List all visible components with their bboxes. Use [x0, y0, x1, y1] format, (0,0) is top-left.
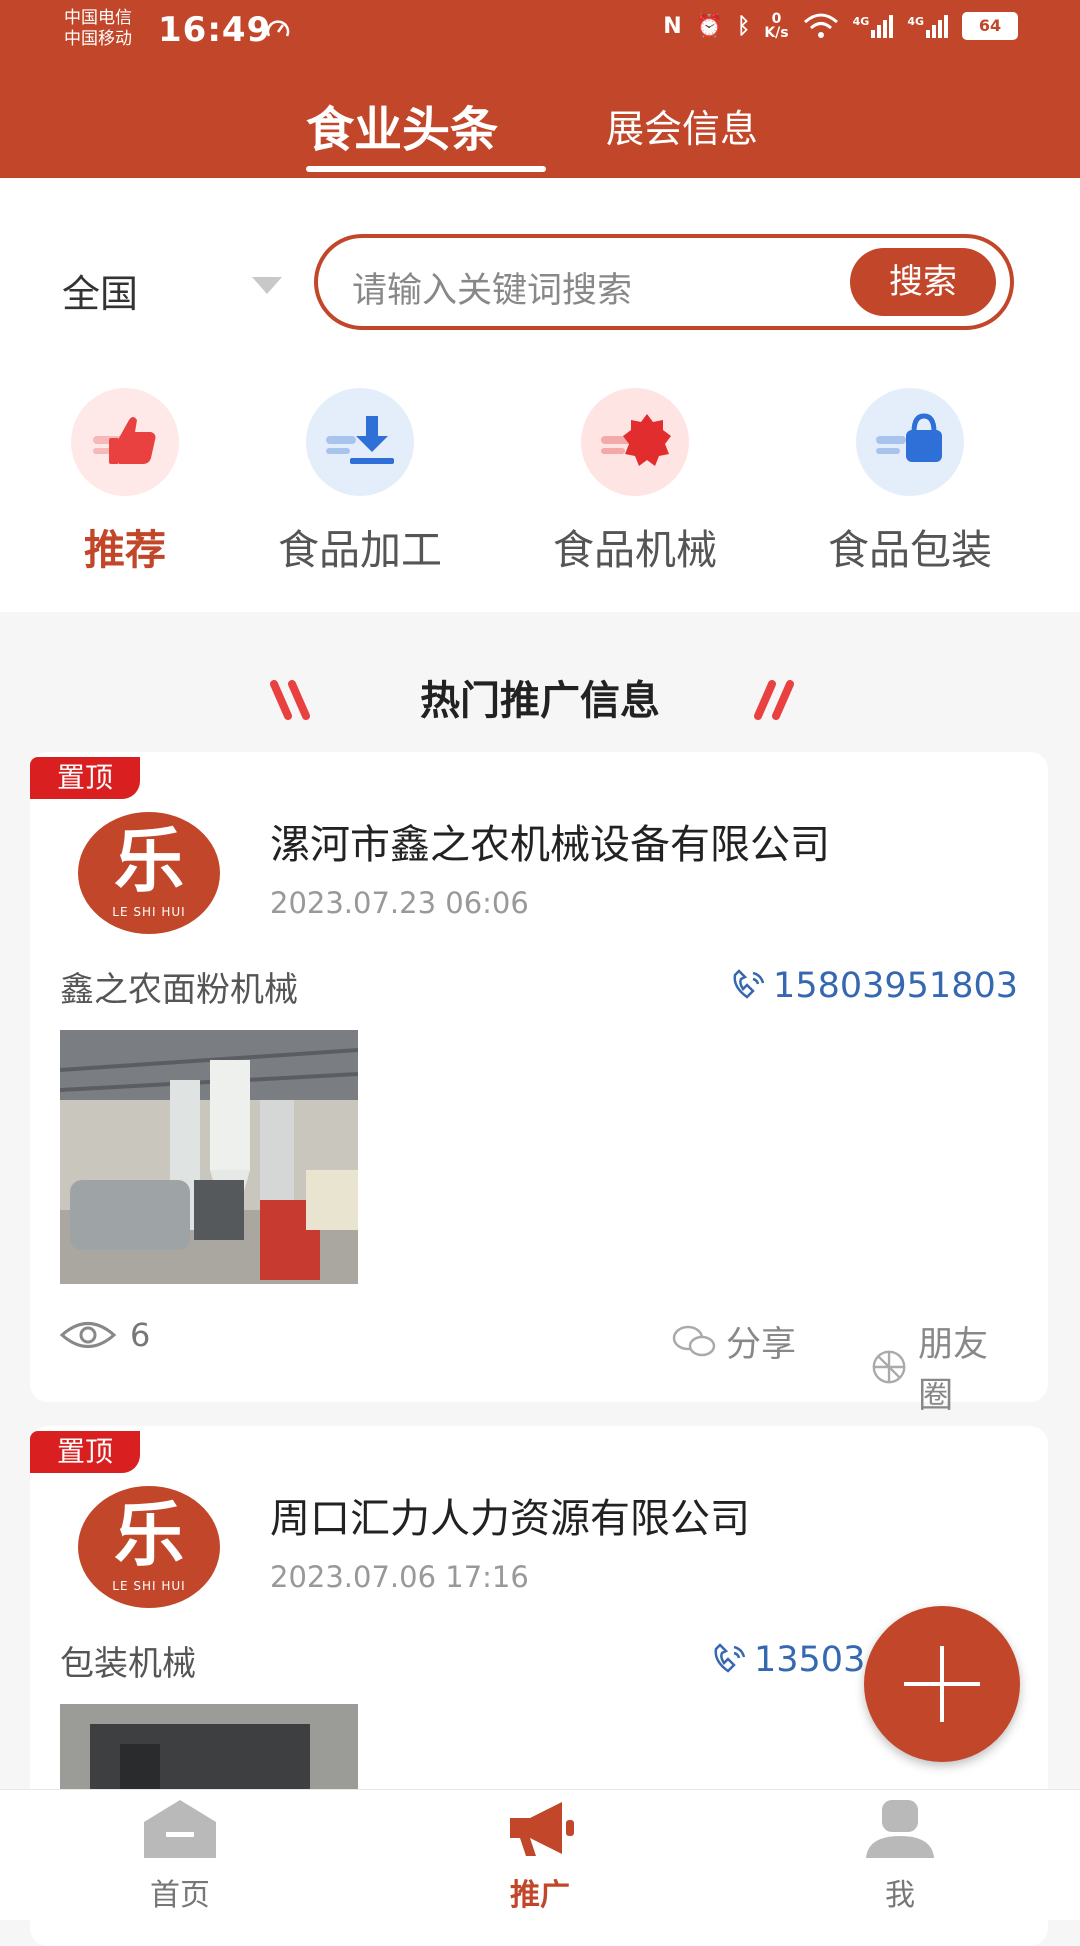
moments-icon — [872, 1350, 906, 1384]
eye-icon — [60, 1322, 116, 1348]
signal-1-label: 4G — [852, 14, 870, 28]
moments-button[interactable]: 朋友圈 — [870, 1316, 1018, 1418]
thumbs-up-icon — [71, 388, 179, 496]
battery-icon: 64 — [962, 12, 1018, 40]
net-speed-value: 0 — [771, 11, 782, 27]
alarm-icon: ⏰ — [695, 13, 724, 39]
nav-label: 推广 — [510, 1878, 570, 1913]
nav-home[interactable]: 首页 — [80, 1798, 280, 1916]
signal-2-label: 4G — [907, 14, 924, 28]
home-icon — [144, 1800, 216, 1858]
megaphone-icon — [510, 1802, 574, 1856]
top-tabs: 食业头条 展会信息 — [0, 80, 1080, 178]
gear-icon — [581, 388, 689, 496]
product-name: 包装机械 — [60, 1644, 196, 1684]
category-bar: 推荐 食品加工 食品机械 食品包装 — [0, 388, 1080, 578]
company-avatar[interactable]: 乐 LE SHI HUI — [78, 812, 220, 934]
phone-icon — [733, 969, 765, 999]
phone-icon — [714, 1643, 746, 1673]
avatar-char: 乐 — [114, 1494, 184, 1576]
nav-label: 首页 — [150, 1878, 210, 1913]
share-label: 分享 — [726, 1325, 797, 1365]
view-count: 6 — [60, 1316, 150, 1354]
category-recommend[interactable]: 推荐 — [20, 388, 230, 578]
download-icon — [306, 388, 414, 496]
phone-number: 15803951803 — [773, 966, 1018, 1006]
pinned-badge: 置顶 — [30, 757, 140, 799]
search-placeholder: 请输入关键词搜索 — [352, 271, 633, 311]
active-tab-indicator — [306, 166, 546, 172]
net-speed: 0 K/s — [764, 12, 788, 40]
search-input[interactable]: 请输入关键词搜索 搜索 — [314, 234, 1014, 330]
wechat-icon — [672, 1325, 716, 1356]
section-header: 热门推广信息 — [0, 662, 1080, 732]
net-speed-unit: K/s — [764, 25, 789, 41]
signal-2-icon: 4G — [907, 14, 948, 38]
wifi-icon — [803, 13, 838, 38]
product-name: 鑫之农面粉机械 — [60, 970, 298, 1010]
nav-label: 我 — [885, 1878, 915, 1913]
phone-link[interactable]: 13503 — [710, 1640, 865, 1680]
product-photo[interactable] — [60, 1704, 358, 1804]
company-name[interactable]: 周口汇力人力资源有限公司 — [270, 1486, 750, 1544]
share-button[interactable]: 分享 — [672, 1316, 796, 1367]
category-food-packaging[interactable]: 食品包装 — [805, 388, 1015, 578]
category-label: 推荐 — [84, 526, 166, 574]
signal-1-icon: 4G — [852, 14, 894, 38]
carrier-1: 中国电信 — [64, 8, 132, 28]
avatar-subtext: LE SHI HUI — [112, 905, 186, 919]
avatar-char: 乐 — [114, 820, 184, 902]
phone-link[interactable]: 15803951803 — [729, 966, 1018, 1006]
promotion-card[interactable]: 置顶 乐 LE SHI HUI 漯河市鑫之农机械设备有限公司 2023.07.2… — [30, 752, 1048, 1416]
tab-food-headlines[interactable]: 食业头条 — [306, 90, 498, 160]
product-photo[interactable] — [60, 1030, 358, 1284]
filter-panel: 全国 请输入关键词搜索 搜索 推荐 食品加工 食品机械 食品包装 — [0, 178, 1080, 612]
post-date: 2023.07.23 06:06 — [270, 886, 529, 920]
post-stats: 6 分享 朋友圈 — [60, 1316, 1018, 1416]
right-slash-decoration — [754, 680, 794, 720]
category-food-processing[interactable]: 食品加工 — [255, 388, 465, 578]
nav-promotion[interactable]: 推广 — [440, 1798, 640, 1916]
bag-icon — [856, 388, 964, 496]
chevron-down-icon[interactable] — [252, 277, 282, 294]
section-title: 热门推广信息 — [420, 678, 660, 724]
speed-gauge-icon — [266, 20, 290, 37]
moments-label: 朋友圈 — [918, 1325, 989, 1416]
company-avatar[interactable]: 乐 LE SHI HUI — [78, 1486, 220, 1608]
region-selector[interactable]: 全国 — [62, 263, 138, 318]
bottom-navigation: 首页 推广 我 — [0, 1790, 1080, 1920]
status-time: 16:49 — [158, 10, 272, 50]
phone-number: 13503 — [754, 1640, 866, 1680]
company-name[interactable]: 漯河市鑫之农机械设备有限公司 — [270, 812, 830, 870]
user-icon — [866, 1800, 934, 1858]
status-icons: N ⏰ ᛒ 0 K/s 4G 4G 64 — [663, 12, 1018, 40]
avatar-subtext: LE SHI HUI — [112, 1579, 186, 1593]
post-date: 2023.07.06 17:16 — [270, 1560, 529, 1594]
carrier-info: 中国电信 中国移动 — [64, 8, 132, 50]
nfc-icon: N — [663, 13, 682, 39]
pinned-badge: 置顶 — [30, 1431, 140, 1473]
category-label: 食品包装 — [828, 526, 992, 574]
category-food-machinery[interactable]: 食品机械 — [530, 388, 740, 578]
view-count-value: 6 — [130, 1316, 151, 1354]
search-button[interactable]: 搜索 — [850, 248, 996, 316]
tab-exhibition-info[interactable]: 展会信息 — [606, 98, 758, 153]
category-label: 食品加工 — [278, 526, 442, 574]
nav-me[interactable]: 我 — [800, 1798, 1000, 1916]
status-bar: 中国电信 中国移动 16:49 N ⏰ ᛒ 0 K/s 4G 4G 64 — [0, 0, 1080, 62]
add-post-button[interactable] — [864, 1606, 1020, 1762]
app-header: 中国电信 中国移动 16:49 N ⏰ ᛒ 0 K/s 4G 4G 64 食业头… — [0, 0, 1080, 178]
carrier-2: 中国移动 — [64, 29, 132, 49]
category-label: 食品机械 — [553, 526, 717, 574]
bluetooth-icon: ᛒ — [737, 13, 751, 39]
